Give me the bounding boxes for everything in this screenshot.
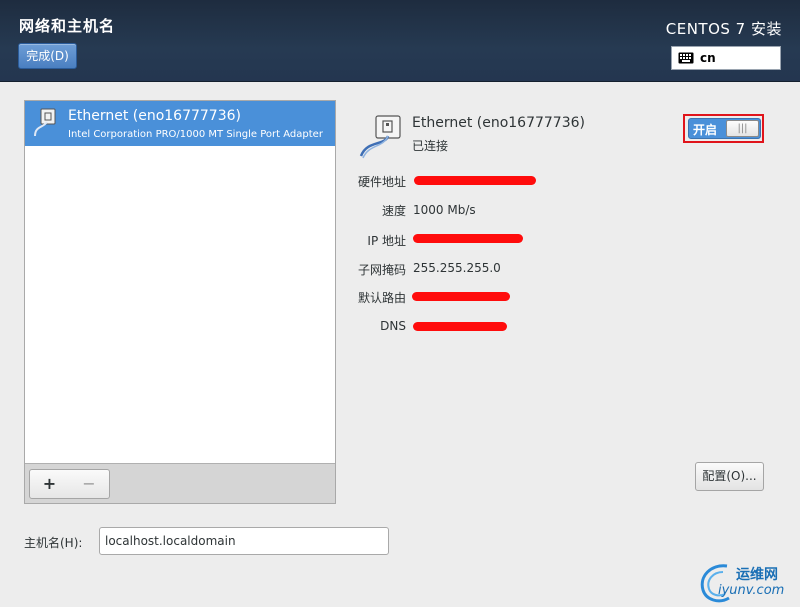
connection-status: 已连接 (412, 139, 449, 153)
speed-label: 速度 (381, 204, 406, 218)
keyboard-layout-label: cn (700, 51, 716, 65)
connection-toggle[interactable]: 开启 ||| (688, 118, 761, 139)
toggle-highlight-frame: 开启 ||| (683, 114, 764, 143)
hostname-input[interactable] (99, 527, 389, 555)
device-list-panel: Ethernet (eno16777736) Intel Corporation… (24, 100, 336, 504)
redaction-mark (414, 176, 536, 185)
redaction-mark (413, 234, 523, 243)
site-watermark: 运维网 iyunv.com (697, 556, 800, 606)
top-header: 网络和主机名 完成(D) CENTOS 7 安装 cn (0, 0, 800, 82)
ethernet-icon (34, 108, 56, 137)
device-list-toolbar: + − (25, 463, 335, 503)
device-description: Intel Corporation PRO/1000 MT Single Por… (68, 129, 323, 140)
watermark-en-text: iyunv.com (718, 583, 785, 598)
default-route-label: 默认路由 (357, 291, 406, 305)
done-button[interactable]: 完成(D) (18, 43, 77, 69)
remove-device-button[interactable]: − (69, 469, 110, 499)
watermark-cn-text: 运维网 (736, 567, 778, 583)
device-name: Ethernet (eno16777736) (68, 108, 241, 124)
subnet-mask-label: 子网掩码 (357, 263, 406, 277)
detail-device-name: Ethernet (eno16777736) (412, 115, 585, 131)
ip-address-label: IP 地址 (367, 234, 406, 248)
ethernet-detail-icon (359, 115, 401, 159)
hostname-label: 主机名(H): (24, 536, 83, 550)
speed-value: 1000 Mb/s (413, 203, 476, 217)
redaction-mark (412, 292, 510, 301)
dns-label: DNS (380, 319, 406, 333)
configure-button[interactable]: 配置(O)... (695, 462, 764, 491)
subnet-mask-value: 255.255.255.0 (413, 261, 501, 275)
toggle-knob[interactable]: ||| (726, 120, 759, 137)
keyboard-icon (678, 52, 694, 64)
add-device-button[interactable]: + (29, 469, 70, 499)
redaction-mark (413, 322, 507, 331)
product-title: CENTOS 7 安装 (665, 20, 782, 38)
device-list-item[interactable]: Ethernet (eno16777736) Intel Corporation… (25, 101, 335, 146)
hardware-address-label: 硬件地址 (357, 175, 406, 189)
keyboard-layout-indicator[interactable]: cn (671, 46, 781, 70)
page-title: 网络和主机名 (19, 17, 116, 35)
toggle-state-label: 开启 (693, 123, 718, 137)
